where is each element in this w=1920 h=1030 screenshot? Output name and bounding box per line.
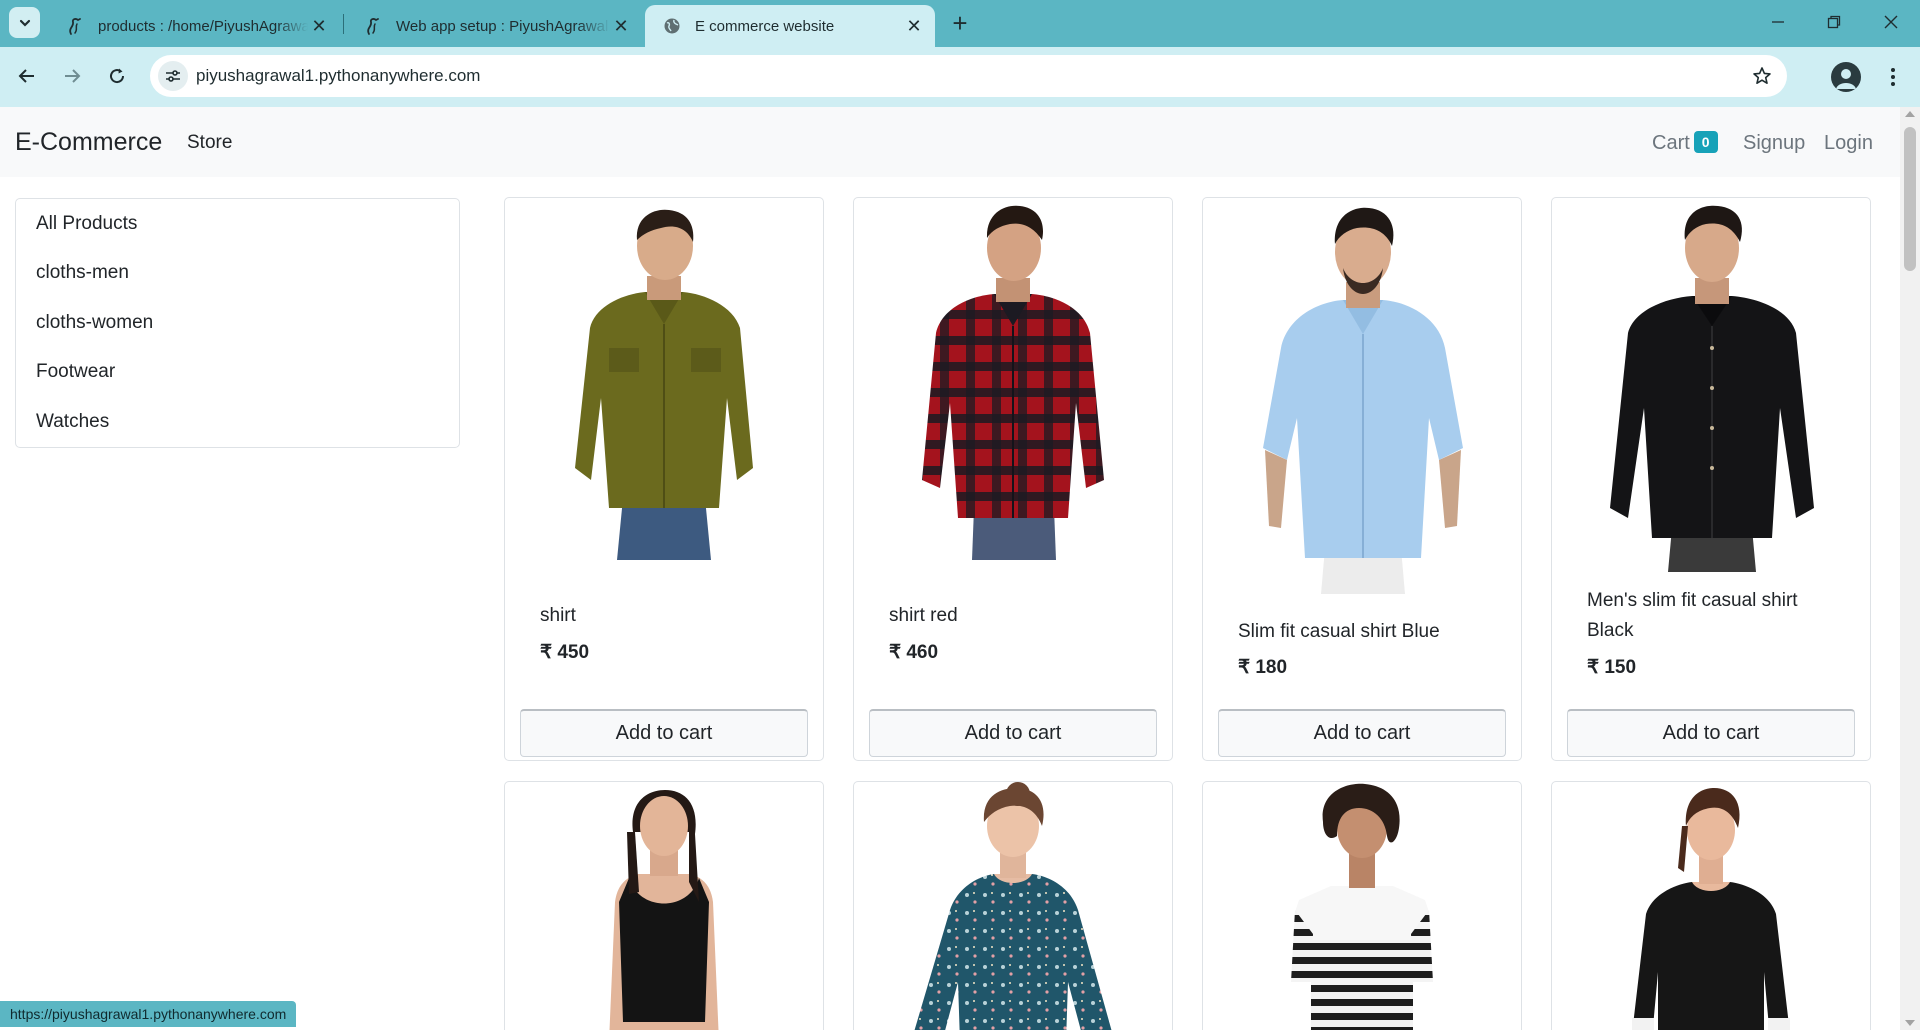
product-price: ₹ 460 xyxy=(889,642,939,663)
page-scrollbar[interactable] xyxy=(1900,107,1920,1030)
restore-icon xyxy=(1827,15,1841,29)
add-to-cart-button[interactable]: Add to cart xyxy=(520,709,808,757)
site-brand[interactable]: E-Commerce xyxy=(15,128,162,157)
category-item-watches[interactable]: Watches xyxy=(16,397,459,447)
product-price: ₹ 150 xyxy=(1587,657,1637,678)
address-bar[interactable]: piyushagrawal1.pythonanywhere.com xyxy=(150,55,1787,97)
category-item-cloths-women[interactable]: cloths-women xyxy=(16,298,459,348)
product-name[interactable]: Men's slim fit casual shirt Black xyxy=(1587,586,1845,646)
forward-button[interactable] xyxy=(55,59,89,93)
back-button[interactable] xyxy=(10,59,44,93)
minimize-button[interactable] xyxy=(1749,0,1807,44)
bookmark-star-icon[interactable] xyxy=(1749,63,1775,89)
nav-cart-link[interactable]: Cart 0 xyxy=(1652,131,1718,155)
product-price: ₹ 180 xyxy=(1238,657,1288,678)
new-tab-button[interactable]: + xyxy=(946,8,974,38)
product-image-red-check-shirt[interactable] xyxy=(854,198,1172,578)
product-image-black-sleeveless-top[interactable] xyxy=(505,782,823,1030)
product-image-olive-shirt[interactable] xyxy=(505,198,823,578)
site-navbar: E-Commerce Store Cart 0 Signup Login xyxy=(0,107,1900,177)
reload-icon xyxy=(110,68,125,84)
add-to-cart-button[interactable]: Add to cart xyxy=(1567,709,1855,757)
browser-tab-webapp-setup[interactable]: Web app setup : PiyushAgrawal1 ✕ xyxy=(346,5,642,47)
browser-toolbar: piyushagrawal1.pythonanywhere.com xyxy=(0,47,1920,107)
category-item-all-products[interactable]: All Products xyxy=(16,199,459,249)
cart-count-badge: 0 xyxy=(1693,131,1718,153)
product-image-black-top-white-cuffs[interactable] xyxy=(1552,782,1870,1030)
product-card: shirt ₹ 450 Add to cart xyxy=(504,197,824,761)
pythonanywhere-snake-icon xyxy=(362,15,384,37)
profile-avatar-icon[interactable] xyxy=(1831,62,1861,92)
arrow-left-icon xyxy=(18,69,34,83)
category-item-footwear[interactable]: Footwear xyxy=(16,348,459,398)
product-card xyxy=(504,781,824,1030)
product-name[interactable]: shirt xyxy=(540,601,798,631)
cart-label: Cart xyxy=(1652,132,1690,154)
add-to-cart-button[interactable]: Add to cart xyxy=(1218,709,1506,757)
close-icon[interactable]: ✕ xyxy=(903,15,925,37)
close-icon xyxy=(1884,15,1898,29)
nav-signup-link[interactable]: Signup xyxy=(1743,132,1805,155)
product-price: ₹ 450 xyxy=(540,642,590,663)
browser-tab-products[interactable]: products : /home/PiyushAgrawal1 ✕ xyxy=(48,5,340,47)
close-icon[interactable]: ✕ xyxy=(610,15,632,37)
url-text[interactable]: piyushagrawal1.pythonanywhere.com xyxy=(196,66,480,86)
nav-store-link[interactable]: Store xyxy=(187,132,232,154)
scroll-up-arrow-icon[interactable] xyxy=(1905,111,1915,117)
product-image-black-shirt[interactable] xyxy=(1552,198,1870,578)
tab-title: Web app setup : PiyushAgrawal1 xyxy=(396,17,610,35)
product-image-striped-top[interactable] xyxy=(1203,782,1521,1030)
product-card: shirt red ₹ 460 Add to cart xyxy=(853,197,1173,761)
link-status-bubble: https://piyushagrawal1.pythonanywhere.co… xyxy=(0,1001,297,1027)
tab-search-button[interactable] xyxy=(9,7,40,38)
product-name[interactable]: shirt red xyxy=(889,601,1147,631)
tab-separator xyxy=(343,14,344,34)
product-card xyxy=(1551,781,1871,1030)
kebab-menu-icon[interactable] xyxy=(1880,61,1906,93)
pythonanywhere-snake-icon xyxy=(64,15,86,37)
category-item-cloths-men[interactable]: cloths-men xyxy=(16,249,459,299)
product-card xyxy=(853,781,1173,1030)
globe-icon xyxy=(661,15,683,37)
product-name[interactable]: Slim fit casual shirt Blue xyxy=(1238,617,1496,647)
arrow-right-icon xyxy=(65,69,81,83)
product-card: Men's slim fit casual shirt Black ₹ 150 … xyxy=(1551,197,1871,761)
tab-title: products : /home/PiyushAgrawal1 xyxy=(98,17,308,35)
chevron-down-icon xyxy=(19,19,30,27)
product-card: Slim fit casual shirt Blue ₹ 180 Add to … xyxy=(1202,197,1522,761)
page-viewport: E-Commerce Store Cart 0 Signup Login All … xyxy=(0,107,1900,1030)
minimize-icon xyxy=(1772,21,1784,23)
nav-login-link[interactable]: Login xyxy=(1824,132,1873,155)
reload-button[interactable] xyxy=(100,59,134,93)
product-card xyxy=(1202,781,1522,1030)
site-settings-icon[interactable] xyxy=(158,61,188,91)
tab-title: E commerce website xyxy=(695,17,835,35)
browser-tab-ecommerce[interactable]: E commerce website ✕ xyxy=(645,5,935,47)
close-window-button[interactable] xyxy=(1862,0,1920,44)
add-to-cart-button[interactable]: Add to cart xyxy=(869,709,1157,757)
scrollbar-thumb[interactable] xyxy=(1904,127,1916,271)
scroll-down-arrow-icon[interactable] xyxy=(1905,1020,1915,1026)
close-icon[interactable]: ✕ xyxy=(308,15,330,37)
product-image-blue-shirt[interactable] xyxy=(1203,198,1521,598)
category-list: All Products cloths-men cloths-women Foo… xyxy=(15,198,460,448)
restore-button[interactable] xyxy=(1805,0,1863,44)
browser-tab-strip: products : /home/PiyushAgrawal1 ✕ Web ap… xyxy=(0,0,1920,47)
product-image-teal-floral-top[interactable] xyxy=(854,782,1172,1030)
